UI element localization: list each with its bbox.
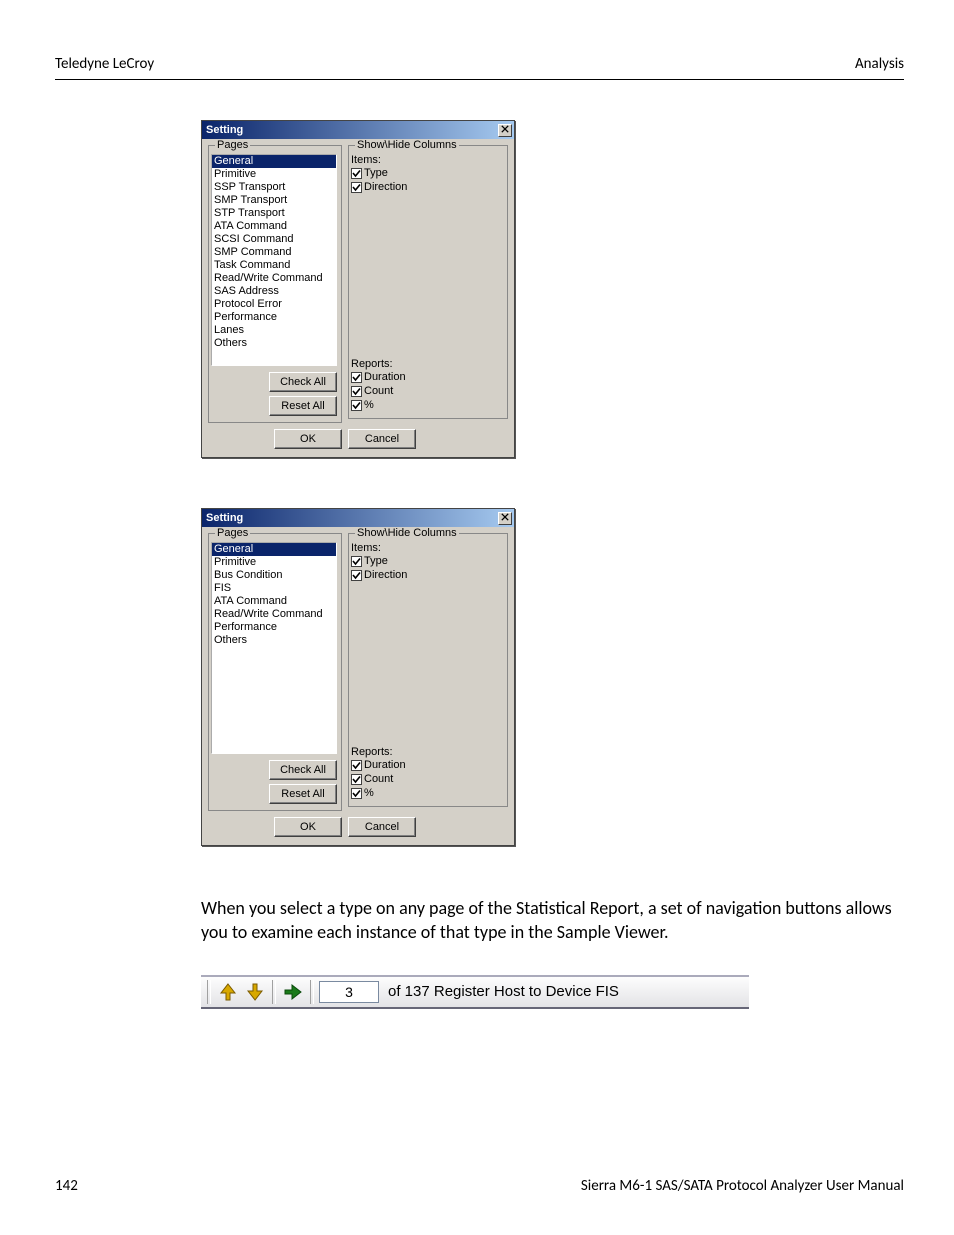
items-label: Items: <box>351 154 503 166</box>
pages-legend: Pages <box>215 139 250 151</box>
separator-icon <box>310 980 314 1004</box>
separator-icon <box>207 980 211 1004</box>
checkbox-label: Type <box>364 166 388 180</box>
setting-dialog-1: Setting Pages GeneralPrimitiveSSP Transp… <box>201 120 515 458</box>
checkbox-row[interactable]: Direction <box>351 568 503 582</box>
items-checks: TypeDirection <box>351 554 503 582</box>
list-item[interactable]: FIS <box>212 582 336 595</box>
list-item[interactable]: SMP Transport <box>212 194 336 207</box>
checkbox-row[interactable]: Duration <box>351 758 503 772</box>
up-arrow-icon[interactable] <box>216 980 240 1004</box>
pages-legend: Pages <box>215 527 250 539</box>
checkbox-icon[interactable] <box>351 788 362 799</box>
checkbox-label: Direction <box>364 568 407 582</box>
list-item[interactable]: General <box>212 155 336 168</box>
list-item[interactable]: Protocol Error <box>212 298 336 311</box>
cancel-button[interactable]: Cancel <box>348 429 416 449</box>
showhide-legend: Show\Hide Columns <box>355 139 459 151</box>
dialog-title: Setting <box>206 512 243 524</box>
showhide-legend: Show\Hide Columns <box>355 527 459 539</box>
checkbox-row[interactable]: Count <box>351 384 503 398</box>
setting-dialog-2: Setting Pages GeneralPrimitiveBus Condit… <box>201 508 515 846</box>
list-item[interactable]: Others <box>212 634 336 647</box>
checkbox-label: Direction <box>364 180 407 194</box>
checkbox-icon[interactable] <box>351 774 362 785</box>
body-paragraph: When you select a type on any page of th… <box>201 896 901 945</box>
manual-title: Sierra M6-1 SAS/SATA Protocol Analyzer U… <box>581 1177 904 1195</box>
titlebar: Setting <box>202 121 514 139</box>
checkbox-row[interactable]: Count <box>351 772 503 786</box>
header-left: Teledyne LeCroy <box>55 55 154 73</box>
reports-checks: DurationCount% <box>351 758 503 800</box>
titlebar: Setting <box>202 509 514 527</box>
checkbox-icon[interactable] <box>351 372 362 383</box>
close-icon[interactable] <box>498 512 512 525</box>
right-arrow-icon[interactable] <box>281 980 305 1004</box>
reports-checks: DurationCount% <box>351 370 503 412</box>
nav-toolbar: of 137 Register Host to Device FIS <box>201 975 749 1009</box>
list-item[interactable]: Lanes <box>212 324 336 337</box>
list-item[interactable]: Primitive <box>212 168 336 181</box>
page-number: 142 <box>55 1177 78 1195</box>
list-item[interactable]: STP Transport <box>212 207 336 220</box>
list-item[interactable]: Read/Write Command <box>212 272 336 285</box>
close-icon[interactable] <box>498 124 512 137</box>
list-item[interactable]: General <box>212 543 336 556</box>
pages-list[interactable]: GeneralPrimitiveSSP TransportSMP Transpo… <box>211 154 337 366</box>
checkbox-icon[interactable] <box>351 556 362 567</box>
reports-label: Reports: <box>351 746 503 758</box>
ok-button[interactable]: OK <box>274 429 342 449</box>
checkbox-row[interactable]: Type <box>351 554 503 568</box>
list-item[interactable]: Performance <box>212 311 336 324</box>
checkbox-row[interactable]: Duration <box>351 370 503 384</box>
checkbox-label: Duration <box>364 370 406 384</box>
pages-list[interactable]: GeneralPrimitiveBus ConditionFISATA Comm… <box>211 542 337 754</box>
down-arrow-icon[interactable] <box>243 980 267 1004</box>
list-item[interactable]: ATA Command <box>212 595 336 608</box>
checkbox-row[interactable]: % <box>351 398 503 412</box>
checkbox-icon[interactable] <box>351 182 362 193</box>
checkbox-label: Type <box>364 554 388 568</box>
ok-button[interactable]: OK <box>274 817 342 837</box>
list-item[interactable]: Performance <box>212 621 336 634</box>
list-item[interactable]: Others <box>212 337 336 350</box>
list-item[interactable]: SCSI Command <box>212 233 336 246</box>
items-label: Items: <box>351 542 503 554</box>
list-item[interactable]: Task Command <box>212 259 336 272</box>
list-item[interactable]: Read/Write Command <box>212 608 336 621</box>
cancel-button[interactable]: Cancel <box>348 817 416 837</box>
checkbox-icon[interactable] <box>351 386 362 397</box>
list-item[interactable]: SAS Address <box>212 285 336 298</box>
reset-all-button[interactable]: Reset All <box>269 396 337 416</box>
list-item[interactable]: ATA Command <box>212 220 336 233</box>
checkbox-label: % <box>364 398 374 412</box>
checkbox-icon[interactable] <box>351 760 362 771</box>
list-item[interactable]: SSP Transport <box>212 181 336 194</box>
checkbox-label: Duration <box>364 758 406 772</box>
list-item[interactable]: Bus Condition <box>212 569 336 582</box>
checkbox-label: % <box>364 786 374 800</box>
check-all-button[interactable]: Check All <box>269 372 337 392</box>
reports-label: Reports: <box>351 358 503 370</box>
nav-of-text: of 137 Register Host to Device FIS <box>382 983 619 1000</box>
checkbox-label: Count <box>364 384 393 398</box>
header-right: Analysis <box>855 55 904 73</box>
checkbox-label: Count <box>364 772 393 786</box>
checkbox-row[interactable]: % <box>351 786 503 800</box>
checkbox-icon[interactable] <box>351 400 362 411</box>
checkbox-row[interactable]: Direction <box>351 180 503 194</box>
checkbox-icon[interactable] <box>351 570 362 581</box>
separator-icon <box>272 980 276 1004</box>
list-item[interactable]: Primitive <box>212 556 336 569</box>
nav-index-input[interactable] <box>319 981 379 1003</box>
reset-all-button[interactable]: Reset All <box>269 784 337 804</box>
checkbox-icon[interactable] <box>351 168 362 179</box>
list-item[interactable]: SMP Command <box>212 246 336 259</box>
checkbox-row[interactable]: Type <box>351 166 503 180</box>
items-checks: TypeDirection <box>351 166 503 194</box>
check-all-button[interactable]: Check All <box>269 760 337 780</box>
dialog-title: Setting <box>206 124 243 136</box>
